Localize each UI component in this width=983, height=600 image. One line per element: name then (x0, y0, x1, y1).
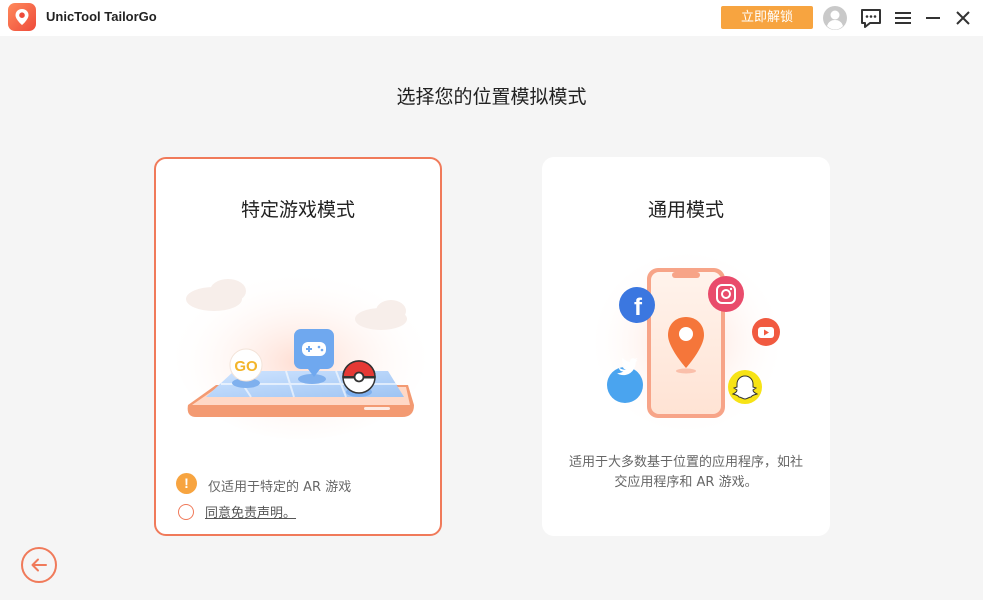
general-mode-description: 适用于大多数基于位置的应用程序，如社 交应用程序和 AR 游戏。 (542, 453, 830, 493)
minimize-icon[interactable] (920, 5, 946, 31)
pokeball-icon (342, 360, 376, 394)
warning-icon: ! (176, 473, 197, 494)
user-avatar-icon[interactable] (822, 5, 848, 31)
desc-line-2: 交应用程序和 AR 游戏。 (614, 475, 758, 490)
general-mode-card[interactable]: 通用模式 f 适用于大多数基于位置的应用程序，如社 交应用程序和 AR 游戏。 (542, 157, 830, 536)
instagram-icon (708, 276, 744, 312)
title-bar: UnicTool TailorGo 立即解锁 (0, 0, 983, 36)
location-shield-icon (15, 9, 29, 25)
facebook-icon: f (619, 287, 655, 323)
warning-text: 仅适用于特定的 AR 游戏 (208, 480, 352, 495)
gamepad-icon (302, 342, 326, 356)
game-mode-title: 特定游戏模式 (240, 199, 355, 221)
desc-line-1: 适用于大多数基于位置的应用程序，如社 (568, 455, 803, 470)
game-mode-card[interactable]: 特定游戏模式 GO ! 仅适用于特定的 AR 游戏 同意免责声明。 (154, 157, 442, 536)
disclaimer-link[interactable]: 同意免责声明。 (205, 502, 296, 521)
app-title: UnicTool TailorGo (46, 9, 157, 24)
feedback-icon[interactable] (858, 5, 884, 31)
back-button[interactable] (21, 547, 57, 583)
snapchat-icon (728, 370, 762, 404)
go-badge: GO (234, 358, 258, 375)
page-title: 选择您的位置模拟模式 (396, 86, 587, 108)
back-arrow-icon (31, 558, 47, 572)
close-icon[interactable] (950, 5, 976, 31)
agree-radio[interactable] (178, 504, 194, 520)
general-mode-illustration: f (595, 254, 780, 430)
unlock-button[interactable]: 立即解锁 (721, 6, 813, 29)
general-mode-title: 通用模式 (647, 199, 724, 221)
menu-icon[interactable] (890, 5, 916, 31)
game-mode-illustration: GO (176, 269, 426, 439)
app-logo (8, 3, 36, 31)
svg-text:f: f (634, 294, 643, 321)
youtube-icon (752, 318, 780, 346)
